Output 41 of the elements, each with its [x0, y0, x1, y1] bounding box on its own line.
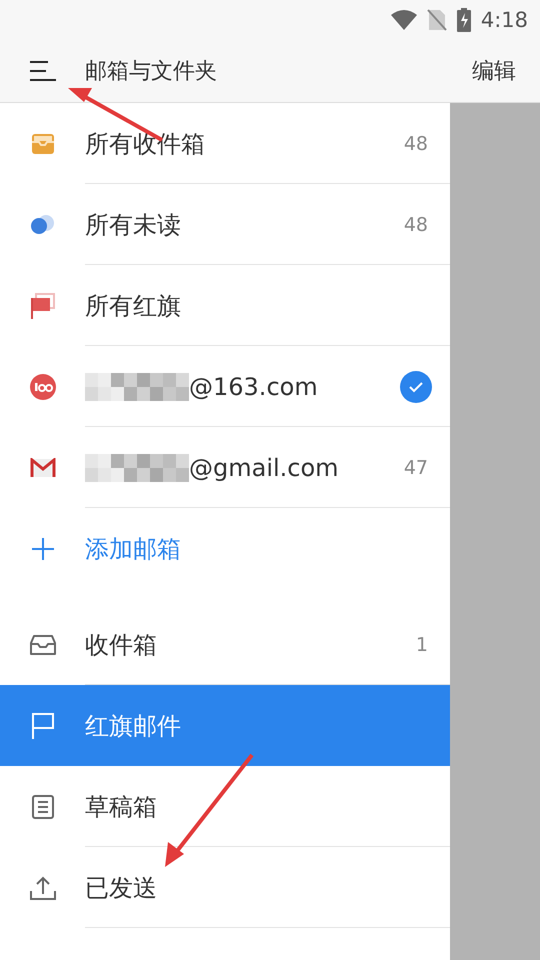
header-title: 邮箱与文件夹: [85, 58, 218, 86]
mailbox-item[interactable]: @163.com: [0, 346, 450, 427]
mailbox-label: 所有收件箱: [85, 128, 205, 160]
unread-count: 48: [404, 132, 428, 154]
folder-item[interactable]: 收件箱 1: [0, 604, 450, 685]
unread-count: 48: [404, 214, 428, 236]
status-time: 4:18: [480, 8, 528, 32]
folder-label: 红旗邮件: [85, 710, 182, 742]
envelope-icon: [30, 458, 56, 478]
mailbox-label: 所有未读: [85, 210, 181, 240]
document-icon: [32, 794, 54, 818]
battery-icon: [456, 8, 471, 32]
upload-icon: [30, 876, 56, 900]
plus-icon: [32, 538, 54, 560]
folder-label: 收件箱: [85, 630, 158, 660]
folder-label: 草稿箱: [85, 792, 158, 822]
mail-logo-icon: [28, 372, 56, 400]
inbox-tray-icon: [30, 634, 56, 656]
mailbox-item[interactable]: 所有未读 48: [0, 184, 450, 265]
wifi-icon: [390, 10, 417, 30]
folder-item[interactable]: 已发送: [0, 847, 450, 928]
add-mailbox-label: 添加邮箱: [85, 534, 182, 564]
mailbox-item[interactable]: 所有红旗: [0, 265, 450, 346]
flag-icon: [30, 292, 56, 318]
edit-button[interactable]: 编辑: [472, 56, 516, 86]
folder-label: 已发送: [85, 872, 158, 904]
mailbox-label: 所有红旗: [85, 290, 181, 322]
mailbox-item[interactable]: @gmail.com 47: [0, 427, 450, 508]
add-mailbox-item[interactable]: 添加邮箱: [0, 508, 450, 589]
menu-icon[interactable]: [28, 61, 56, 81]
inbox-tray-icon: [30, 132, 54, 154]
dot-icon: [30, 214, 56, 234]
mailbox-item[interactable]: 所有收件箱 48: [0, 103, 450, 184]
unread-count: 47: [404, 456, 428, 478]
no-sim-icon: [426, 9, 447, 31]
mailbox-label: @gmail.com: [189, 454, 339, 482]
folder-item[interactable]: 草稿箱: [0, 766, 450, 847]
folder-item[interactable]: 红旗邮件: [0, 685, 450, 766]
unread-count: 1: [416, 634, 428, 656]
flag-icon: [30, 712, 54, 740]
mailbox-label: @163.com: [189, 372, 318, 400]
